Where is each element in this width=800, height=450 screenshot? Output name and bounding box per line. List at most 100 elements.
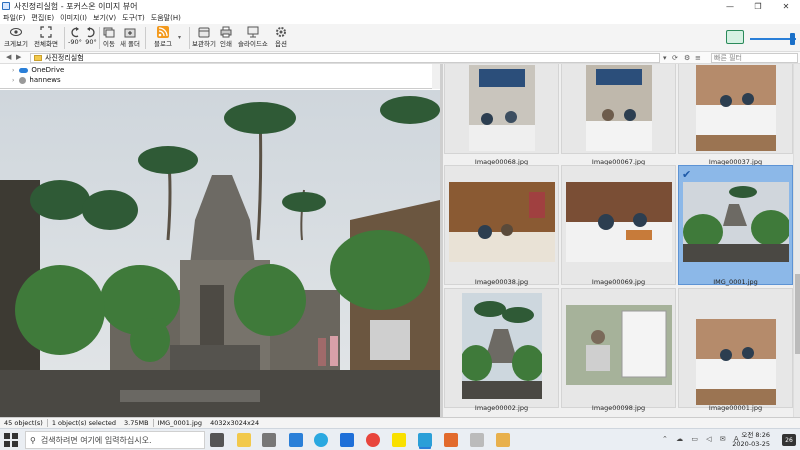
thumbnail-image <box>682 182 789 262</box>
blog-button[interactable]: 블로그 <box>154 26 172 48</box>
check-icon: ✔ <box>682 168 692 181</box>
image-dimensions: 4032x3024x24 <box>210 419 260 427</box>
thumbnail-image <box>695 319 776 405</box>
grid-scrollbar[interactable] <box>793 64 800 417</box>
chrome-icon[interactable] <box>366 433 380 447</box>
thumbnail-cell[interactable]: Image00002.jpg <box>444 288 559 412</box>
minimize-button[interactable]: — <box>716 0 744 12</box>
toolbar-divider <box>189 27 190 49</box>
rotate-right-button[interactable]: 90° <box>85 26 97 46</box>
menu-edit[interactable]: 편집(E) <box>28 13 57 23</box>
chevron-right-icon: › <box>12 76 15 84</box>
window-controls: — ❐ ✕ <box>716 0 800 12</box>
thumbnail-image <box>565 182 672 262</box>
path-field[interactable]: 사진정리실험 <box>30 53 660 63</box>
window-title: 사진정리실험 - 포커스온 이미지 뷰어 <box>14 1 138 11</box>
print-icon <box>220 26 232 38</box>
ie-browser-icon[interactable] <box>340 433 354 447</box>
mail-icon[interactable] <box>289 433 303 447</box>
tree-scrollbar[interactable] <box>432 64 440 89</box>
rotate-left-label: -90° <box>68 38 82 46</box>
thumbnail-cell[interactable]: Image00069.jpg <box>561 165 676 286</box>
close-button[interactable]: ✕ <box>772 0 800 12</box>
temple-photo <box>0 90 440 417</box>
move-button[interactable]: 이동 <box>103 26 115 48</box>
clock-date: 2020-03-25 <box>732 440 770 448</box>
file-explorer-icon[interactable] <box>237 433 251 447</box>
status-divider <box>46 419 48 427</box>
menu-view[interactable]: 보기(V) <box>90 13 119 23</box>
paint-icon[interactable] <box>470 433 484 447</box>
chevron-right-icon: › <box>12 66 15 74</box>
thumbnail-caption: Image00001.jpg <box>708 404 763 412</box>
photo-app-icon[interactable] <box>444 433 458 447</box>
zoom-slider-thumb[interactable] <box>790 33 795 45</box>
search-placeholder: 검색하려면 여기에 입력하십시오. <box>40 435 152 445</box>
print-button[interactable]: 인쇄 <box>220 26 232 48</box>
scrollbar-thumb[interactable] <box>795 274 800 354</box>
title-bar: 사진정리실험 - 포커스온 이미지 뷰어 — ❐ ✕ <box>0 0 800 12</box>
maximize-button[interactable]: ❐ <box>744 0 772 12</box>
kakaotalk-icon[interactable] <box>392 433 406 447</box>
store-icon[interactable] <box>262 433 276 447</box>
refresh-icon[interactable]: ⟳ <box>672 54 678 62</box>
menu-file[interactable]: 파일(F) <box>0 13 28 23</box>
windows-start-icon[interactable] <box>4 433 18 447</box>
options-button[interactable]: 옵션 <box>275 26 287 48</box>
back-icon[interactable]: ◀ <box>6 53 11 61</box>
archive-icon <box>198 26 210 38</box>
view-large-label: 크게보기 <box>4 40 28 48</box>
taskbar-search-input[interactable]: ⚲ 검색하려면 여기에 입력하십시오. <box>25 431 205 449</box>
menu-help[interactable]: 도움말(H) <box>148 13 184 23</box>
thumbnail-cell[interactable]: Image00068.jpg <box>444 64 559 166</box>
thumbnail-caption: Image00098.jpg <box>591 404 646 412</box>
pen-app-icon[interactable] <box>496 433 510 447</box>
tree-item-hannews[interactable]: › hannews <box>12 76 61 84</box>
thumbnail-image <box>585 65 652 151</box>
archive-button[interactable]: 보관하기 <box>192 26 216 48</box>
path-text: 사진정리실험 <box>45 54 84 62</box>
thumbnail-cell[interactable]: Image00098.jpg <box>561 288 676 412</box>
thumbnail-cell[interactable]: Image00037.jpg <box>678 64 793 166</box>
task-view-icon[interactable] <box>210 433 224 447</box>
user-icon <box>19 76 27 84</box>
fullscreen-icon <box>40 26 52 38</box>
thumbnail-image <box>448 182 555 262</box>
menu-tools[interactable]: 도구(T) <box>119 13 148 23</box>
new-folder-icon <box>124 26 136 38</box>
ai-enhance-icon[interactable] <box>726 30 744 44</box>
new-folder-button[interactable]: 새 폴더 <box>120 26 140 48</box>
settings-icon[interactable]: ⚙ <box>684 54 690 62</box>
thumbnail-grid: Image00068.jpg Image00067.jpg Image00037… <box>443 64 800 417</box>
rotate-left-icon <box>69 26 81 38</box>
folder-tree: › OneDrive › hannews <box>0 64 440 89</box>
view-large-button[interactable]: 크게보기 <box>4 26 28 48</box>
system-tray-icons[interactable]: ⌃ ☁ ▭ ◁ ✉ A <box>662 435 742 443</box>
thumbnail-cell[interactable]: Image00067.jpg <box>561 64 676 166</box>
rss-icon <box>156 26 169 38</box>
sort-icon[interactable]: ≡ <box>695 54 701 62</box>
image-preview[interactable] <box>0 90 440 417</box>
clock[interactable]: 오전 8:26 2020-03-25 <box>732 431 770 449</box>
quick-filter-input[interactable]: 빠른 필터 <box>711 53 798 63</box>
print-label: 인쇄 <box>220 40 232 48</box>
blog-dropdown-icon[interactable]: ▾ <box>178 34 181 41</box>
archive-label: 보관하기 <box>192 40 216 48</box>
thumbnail-caption: IMG_0001.jpg <box>713 278 758 286</box>
path-dropdown-icon[interactable]: ▾ <box>663 54 667 62</box>
edge-browser-icon[interactable] <box>314 433 328 447</box>
menu-image[interactable]: 이미지(I) <box>57 13 90 23</box>
thumbnail-cell-selected[interactable]: ✔ IMG_0001.jpg <box>678 165 793 286</box>
forward-icon[interactable]: ▶ <box>16 53 21 61</box>
image-viewer-app-icon[interactable] <box>418 433 432 447</box>
options-label: 옵션 <box>275 40 287 48</box>
fullscreen-button[interactable]: 전체화면 <box>34 26 58 48</box>
thumbnail-cell[interactable]: Image00001.jpg <box>678 288 793 412</box>
rotate-right-icon <box>85 26 97 38</box>
slideshow-button[interactable]: 슬라이드쇼 <box>238 26 268 48</box>
notification-icon[interactable]: 26 <box>782 434 796 446</box>
file-size: 3.75MB <box>124 419 149 427</box>
thumbnail-cell[interactable]: Image00038.jpg <box>444 165 559 286</box>
rotate-left-button[interactable]: -90° <box>68 26 82 46</box>
tree-item-onedrive[interactable]: › OneDrive <box>12 66 64 74</box>
